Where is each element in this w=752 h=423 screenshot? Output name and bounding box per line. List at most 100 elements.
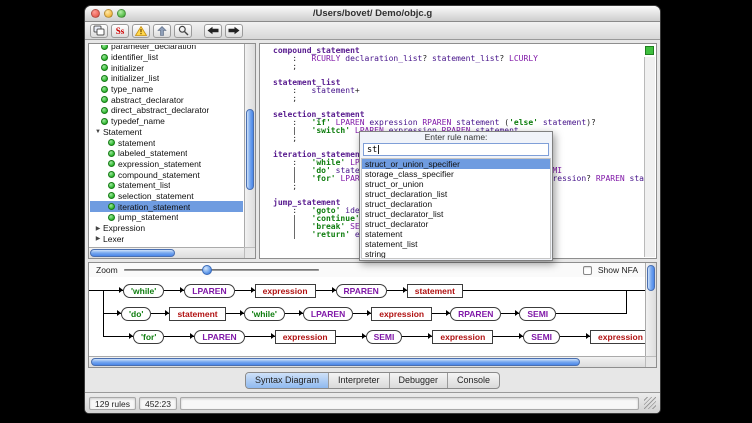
close-button[interactable] [91, 9, 100, 18]
diagram-node-while[interactable]: 'while' [244, 307, 285, 321]
editor-line[interactable]: ; [273, 95, 644, 103]
tab-debugger[interactable]: Debugger [390, 373, 449, 388]
triangle-collapsed-icon[interactable]: ▶ [94, 225, 102, 232]
zoom-window-button[interactable] [117, 9, 126, 18]
tree-item-label: Expression [103, 223, 145, 233]
suggestion-item-struct_declaration_list[interactable]: struct_declaration_list [362, 189, 550, 199]
suggestion-item-storage_class_specifier[interactable]: storage_class_specifier [362, 169, 550, 179]
tree-item-label: type_name [111, 84, 153, 94]
tree-item-Statement[interactable]: ▼Statement [90, 127, 243, 138]
tree-item-compound_statement[interactable]: compound_statement [90, 169, 243, 180]
tab-console[interactable]: Console [448, 373, 499, 388]
diagram-connector [353, 313, 371, 314]
diagram-area: 'while'LPARENexpressionRPARENstatement'd… [89, 277, 645, 356]
tree-item-initializer_list[interactable]: initializer_list [90, 73, 243, 84]
diagram-node-LPAREN[interactable]: LPAREN [194, 330, 244, 344]
diagram-vertical-scrollbar[interactable] [645, 263, 656, 356]
diagram-node-SEMI[interactable]: SEMI [523, 330, 560, 344]
editor-line[interactable]: : RCURLY declaration_list? statement_lis… [273, 55, 644, 63]
tree-item-Expression[interactable]: ▶Expression [90, 223, 243, 234]
tree-item-initializer[interactable]: initializer [90, 62, 243, 73]
diagram-node-SEMI[interactable]: SEMI [519, 307, 556, 321]
suggestion-item-statement_list[interactable]: statement_list [362, 239, 550, 249]
tree-item-iteration_statement[interactable]: iteration_statement [90, 201, 243, 212]
diagram-node-for[interactable]: 'for' [133, 330, 164, 344]
rule-icon [101, 75, 108, 82]
diagram-node-LPAREN[interactable]: LPAREN [184, 284, 234, 298]
resize-grip[interactable] [644, 397, 656, 409]
tree-item-parameter_declaration[interactable]: parameter_declaration [90, 45, 243, 52]
tree-item-identifier_list[interactable]: identifier_list [90, 52, 243, 63]
tree-item-abstract_declarator[interactable]: abstract_declarator [90, 94, 243, 105]
tree-item-statement[interactable]: statement [90, 137, 243, 148]
forward-button[interactable] [225, 24, 243, 38]
diagram-node-SEMI[interactable]: SEMI [366, 330, 403, 344]
rule-name-input[interactable]: st [363, 143, 549, 156]
triangle-expanded-icon[interactable]: ▼ [94, 129, 102, 135]
diagram-connector [164, 336, 194, 337]
diagram-node-expression[interactable]: expression [590, 330, 645, 344]
diagram-connector [164, 290, 184, 291]
diagram-node-RPAREN[interactable]: RPAREN [336, 284, 387, 298]
tab-syntax-diagram[interactable]: Syntax Diagram [246, 373, 329, 388]
cursor-position: 452:23 [139, 397, 177, 410]
tree-item-jump_statement[interactable]: jump_statement [90, 212, 243, 223]
zoom-slider-knob[interactable] [202, 265, 212, 275]
goto-rule-button[interactable] [153, 24, 171, 38]
suggestion-item-struct_or_union[interactable]: struct_or_union [362, 179, 550, 189]
diagram-node-RPAREN[interactable]: RPAREN [450, 307, 501, 321]
diagram-node-expression[interactable]: expression [275, 330, 336, 344]
tree-item-selection_statement[interactable]: selection_statement [90, 191, 243, 202]
suggestion-item-struct_or_union_specifier[interactable]: struct_or_union_specifier [362, 159, 550, 169]
tree-horizontal-scrollbar[interactable] [89, 247, 244, 258]
tree-item-direct_abstract_declarator[interactable]: direct_abstract_declarator [90, 105, 243, 116]
diagram-node-statement[interactable]: statement [169, 307, 225, 321]
find-button[interactable] [174, 24, 192, 38]
rule-icon [108, 203, 115, 210]
text-caret [378, 145, 379, 154]
suggestion-item-string[interactable]: string [362, 249, 550, 259]
diagram-connector [316, 290, 336, 291]
diagram-node-LPAREN[interactable]: LPAREN [303, 307, 353, 321]
tree-item-labeled_statement[interactable]: labeled_statement [90, 148, 243, 159]
tree-item-statement_list[interactable]: statement_list [90, 180, 243, 191]
suggestion-item-struct_declarator_list[interactable]: struct_declarator_list [362, 209, 550, 219]
suggestion-item-statement[interactable]: statement [362, 229, 550, 239]
diagram-vertical-scroll-thumb[interactable] [647, 265, 655, 291]
title-bar[interactable]: /Users/bovet/ Demo/objc.g [85, 6, 660, 22]
console-button[interactable] [90, 24, 108, 38]
editor-line[interactable]: : statement+ [273, 87, 644, 95]
diagram-node-expression[interactable]: expression [255, 284, 316, 298]
editor-vertical-scrollbar[interactable] [644, 57, 655, 257]
diagram-node-expression[interactable]: expression [371, 307, 432, 321]
tree-vertical-scrollbar[interactable] [244, 44, 255, 247]
tree-horizontal-scroll-thumb[interactable] [90, 249, 175, 257]
tree-item-type_name[interactable]: type_name [90, 84, 243, 95]
zoom-slider[interactable] [124, 265, 319, 275]
tree-item-typedef_name[interactable]: typedef_name [90, 116, 243, 127]
suggestion-item-struct_declarator[interactable]: struct_declarator [362, 219, 550, 229]
diagram-node-expression[interactable]: expression [432, 330, 493, 344]
diagram-connector [501, 313, 519, 314]
show-nfa-checkbox[interactable] [583, 266, 592, 275]
minimize-button[interactable] [104, 9, 113, 18]
tab-interpreter[interactable]: Interpreter [329, 373, 390, 388]
editor-line[interactable]: ; [273, 63, 644, 71]
suggestion-item-struct_declaration[interactable]: struct_declaration [362, 199, 550, 209]
triangle-collapsed-icon[interactable]: ▶ [94, 235, 102, 242]
diagram-node-while[interactable]: 'while' [123, 284, 164, 298]
diagram-horizontal-scroll-thumb[interactable] [91, 358, 580, 366]
tree-vertical-scroll-thumb[interactable] [246, 109, 254, 190]
diagram-node-do[interactable]: 'do' [121, 307, 151, 321]
back-button[interactable] [204, 24, 222, 38]
tree-item-label: parameter_declaration [111, 45, 196, 51]
diagram-horizontal-scrollbar[interactable] [89, 356, 645, 367]
syntax-coloring-button[interactable]: Ss [111, 24, 129, 38]
rule-icon [101, 107, 108, 114]
tree-item-expression_statement[interactable]: expression_statement [90, 159, 243, 170]
warnings-button[interactable] [132, 24, 150, 38]
rule-icon [101, 64, 108, 71]
diagram-node-statement[interactable]: statement [407, 284, 463, 298]
tree-item-label: statement [118, 138, 155, 148]
tree-item-Lexer[interactable]: ▶Lexer [90, 233, 243, 244]
